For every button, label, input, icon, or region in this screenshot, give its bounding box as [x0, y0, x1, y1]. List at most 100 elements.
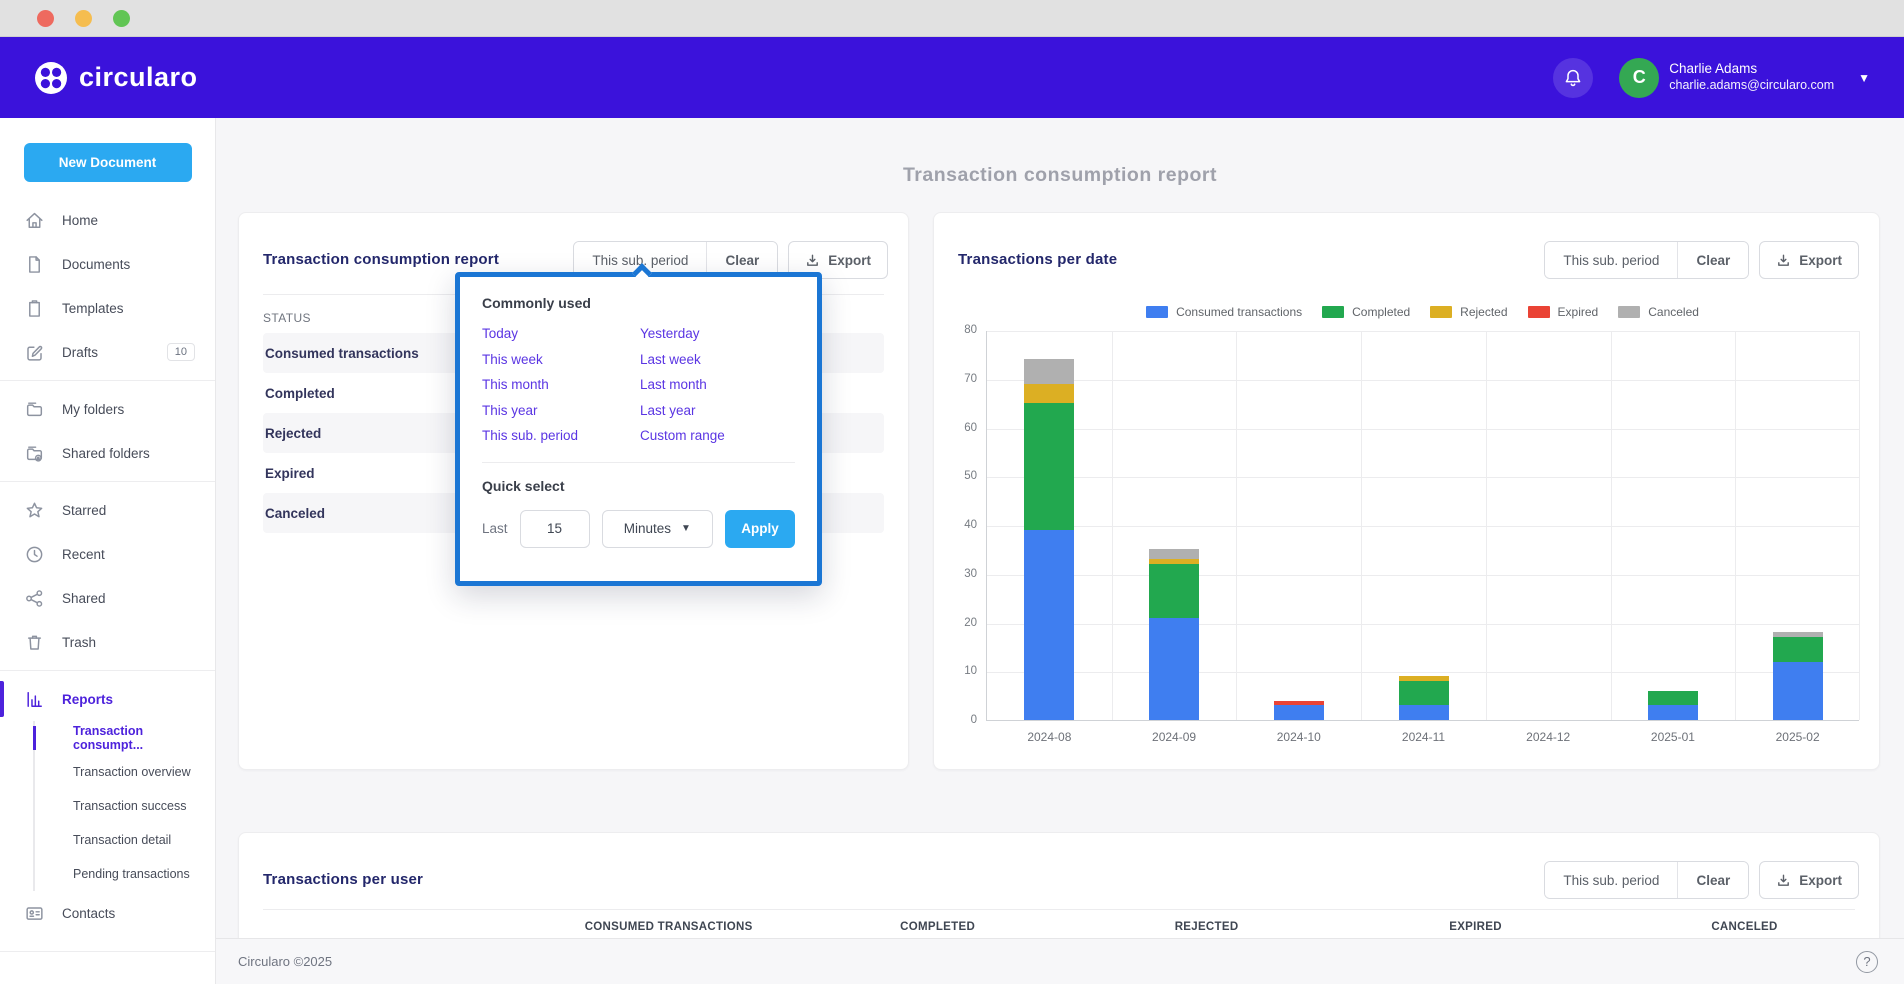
- unit-select[interactable]: Minutes ▼: [602, 510, 714, 548]
- chart-y-tick-label: 80: [941, 324, 977, 336]
- help-button[interactable]: ?: [1856, 951, 1878, 973]
- sidebar-item-shared-folders[interactable]: Shared folders: [0, 431, 215, 475]
- period-button[interactable]: This sub. period: [1545, 862, 1677, 898]
- sidebar-item-shared[interactable]: Shared: [0, 576, 215, 620]
- range-link-yesterday[interactable]: Yesterday: [640, 324, 795, 345]
- chart-bar-segment: [1773, 632, 1823, 637]
- chart-legend-item[interactable]: Consumed transactions: [1146, 305, 1302, 319]
- subnav-item-transaction-detail[interactable]: Transaction detail: [35, 823, 215, 857]
- new-document-button[interactable]: New Document: [24, 143, 192, 182]
- subnav-item-transaction-overview[interactable]: Transaction overview: [35, 755, 215, 789]
- sidebar-item-label: My folders: [62, 402, 124, 417]
- legend-swatch: [1146, 306, 1168, 318]
- chart-gridline: [1859, 331, 1860, 720]
- chart-bar-segment: [1024, 384, 1074, 404]
- chart-bar-segment: [1024, 359, 1074, 383]
- trash-icon: [24, 632, 45, 653]
- subnav-item-transaction-consumpt-[interactable]: Transaction consumpt...: [35, 721, 215, 755]
- export-button[interactable]: Export: [1759, 241, 1859, 279]
- chart-gridline: [1735, 331, 1736, 720]
- user-table-column-header: EXPIRED: [1341, 921, 1610, 933]
- card-divider: [263, 909, 1855, 910]
- sidebar-item-label: Home: [62, 213, 98, 228]
- chart-legend-item[interactable]: Rejected: [1430, 305, 1507, 319]
- clear-button[interactable]: Clear: [1677, 862, 1748, 898]
- star-icon: [24, 500, 45, 521]
- notifications-button[interactable]: [1553, 58, 1593, 98]
- brand-logo[interactable]: circularo: [34, 61, 198, 95]
- range-link-last-month[interactable]: Last month: [640, 375, 795, 396]
- chart-x-label: 2025-02: [1735, 730, 1860, 744]
- chart-x-label: 2024-09: [1112, 730, 1237, 744]
- chart-y-tick-label: 0: [941, 714, 977, 726]
- period-button-group: This sub. period Clear: [1544, 241, 1749, 279]
- range-link-last-week[interactable]: Last week: [640, 350, 795, 371]
- sidebar: New Document Home Documents TemplatesDraft…: [0, 118, 216, 984]
- sidebar-divider: [0, 951, 215, 952]
- chart-gridline: [1361, 331, 1362, 720]
- sidebar-item-documents[interactable]: Documents: [0, 242, 215, 286]
- sidebar-item-starred[interactable]: Starred: [0, 488, 215, 532]
- sidebar-item-home[interactable]: Home: [0, 198, 215, 242]
- window-minimize-button[interactable]: [75, 10, 92, 27]
- chart-legend-item[interactable]: Completed: [1322, 305, 1410, 319]
- user-name: Charlie Adams: [1669, 61, 1834, 78]
- range-link-this-year[interactable]: This year: [482, 401, 640, 422]
- range-link-this-sub-period[interactable]: This sub. period: [482, 426, 640, 447]
- user-menu[interactable]: C Charlie Adams charlie.adams@circularo.…: [1619, 58, 1870, 98]
- bell-icon: [1563, 68, 1583, 88]
- sidebar-item-reports[interactable]: Reports: [0, 677, 215, 721]
- date-card-title: Transactions per date: [958, 251, 1117, 268]
- chart-y-tick-label: 20: [941, 617, 977, 629]
- chart-legend-item[interactable]: Expired: [1528, 305, 1599, 319]
- range-link-last-year[interactable]: Last year: [640, 401, 795, 422]
- document-icon: [24, 254, 45, 275]
- main-content: Transaction consumption report Transacti…: [216, 118, 1904, 984]
- chart-gridline: [1611, 331, 1612, 720]
- chart-bar-segment: [1149, 559, 1199, 564]
- commonly-used-heading: Commonly used: [482, 295, 795, 311]
- chart-y-tick-label: 10: [941, 665, 977, 677]
- chart-gridline: [987, 575, 1859, 576]
- range-link-today[interactable]: Today: [482, 324, 640, 345]
- chart-bar-segment: [1024, 530, 1074, 720]
- stacked-bar-chart: 010203040506070802024-082024-092024-1020…: [986, 331, 1859, 721]
- sidebar-item-templates[interactable]: Templates: [0, 286, 215, 330]
- chart-bar-segment: [1773, 662, 1823, 721]
- range-link-this-week[interactable]: This week: [482, 350, 640, 371]
- sidebar-item-contacts[interactable]: Contacts: [0, 891, 215, 935]
- sidebar-group: StarredRecentSharedTrash: [0, 481, 215, 670]
- chart-y-tick-label: 30: [941, 568, 977, 580]
- sidebar-item-label: Documents: [62, 257, 130, 272]
- chart-bar-segment: [1024, 403, 1074, 530]
- export-button[interactable]: Export: [1759, 861, 1859, 899]
- home-icon: [24, 210, 45, 231]
- chevron-down-icon: ▼: [681, 523, 691, 534]
- chart-bar-segment: [1149, 618, 1199, 720]
- apply-button[interactable]: Apply: [725, 510, 795, 548]
- reports-subnav: Transaction consumpt...Transaction overv…: [33, 721, 215, 891]
- chart-legend-item[interactable]: Canceled: [1618, 305, 1699, 319]
- sidebar-item-trash[interactable]: Trash: [0, 620, 215, 664]
- last-label: Last: [482, 521, 508, 536]
- window-zoom-button[interactable]: [113, 10, 130, 27]
- chart-bar-segment: [1274, 701, 1324, 706]
- sidebar-item-drafts[interactable]: Drafts10: [0, 330, 215, 374]
- period-button[interactable]: This sub. period: [1545, 242, 1677, 278]
- sidebar-item-my-folders[interactable]: My folders: [0, 387, 215, 431]
- subnav-item-pending-transactions[interactable]: Pending transactions: [35, 857, 215, 891]
- legend-swatch: [1430, 306, 1452, 318]
- subnav-item-transaction-success[interactable]: Transaction success: [35, 789, 215, 823]
- legend-swatch: [1322, 306, 1344, 318]
- range-link-this-month[interactable]: This month: [482, 375, 640, 396]
- download-icon: [805, 253, 820, 268]
- range-link-custom-range[interactable]: Custom range: [640, 426, 795, 447]
- sidebar-group: ReportsTransaction consumpt...Transactio…: [0, 670, 215, 941]
- quick-select-value-input[interactable]: [520, 510, 590, 548]
- sidebar-item-recent[interactable]: Recent: [0, 532, 215, 576]
- clear-button[interactable]: Clear: [1677, 242, 1748, 278]
- window-close-button[interactable]: [37, 10, 54, 27]
- chart-gridline: [987, 526, 1859, 527]
- window-titlebar: [0, 0, 1904, 37]
- chart-gridline: [987, 380, 1859, 381]
